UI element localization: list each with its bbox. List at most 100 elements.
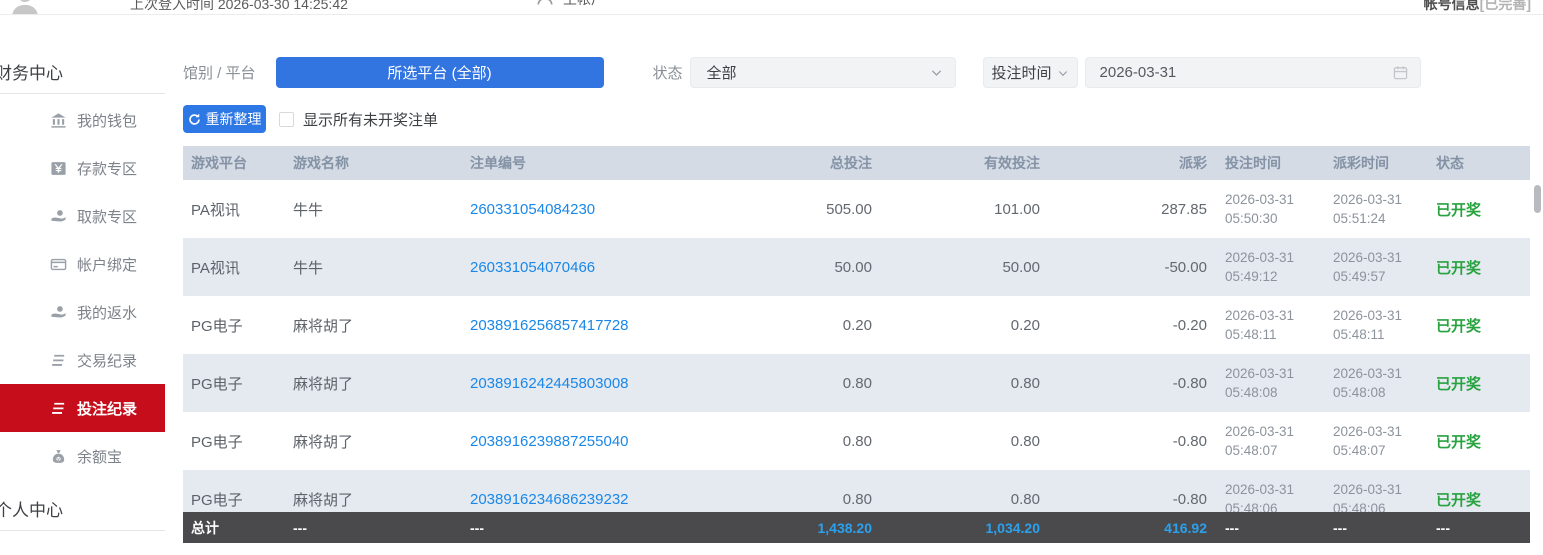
- footer-valid-bet: 1,034.20: [880, 520, 1048, 536]
- cell-payout: -0.20: [1048, 317, 1215, 334]
- cell-platform: PG电子: [183, 315, 285, 336]
- sidebar-item-transaction-records[interactable]: 交易纪录: [0, 336, 165, 384]
- col-header-payout-time: 派彩时间: [1323, 153, 1428, 173]
- col-header-bet-time: 投注时间: [1215, 153, 1323, 173]
- refresh-icon: [188, 113, 201, 126]
- sidebar-item-label: 我的钱包: [77, 110, 137, 131]
- cell-payout-time: 2026-03-3105:48:06: [1323, 480, 1428, 512]
- filter-row-secondary: 重新整理 显示所有未开奖注单: [183, 105, 1543, 133]
- show-unsettled-label: 显示所有未开奖注单: [303, 109, 438, 130]
- table-row: PA视讯 牛牛 260331054070466 50.00 50.00 -50.…: [183, 238, 1530, 296]
- status-select[interactable]: 全部: [690, 57, 956, 88]
- cell-payout-time: 2026-03-3105:48:07: [1323, 422, 1428, 460]
- refresh-button[interactable]: 重新整理: [183, 105, 266, 133]
- account-info-text: 帐号信息: [1424, 0, 1480, 12]
- cell-platform: PA视讯: [183, 199, 285, 220]
- table-row: PG电子 麻将胡了 2038916256857417728 0.20 0.20 …: [183, 296, 1530, 354]
- bet-id-link[interactable]: 260331054070466: [470, 259, 595, 276]
- sidebar-item-rebate[interactable]: 我的返水: [0, 288, 165, 336]
- bet-id-link[interactable]: 2038916234686239232: [470, 491, 629, 508]
- bet-id-link[interactable]: 2038916256857417728: [470, 317, 629, 334]
- sidebar-item-account-binding[interactable]: 帐户绑定: [0, 240, 165, 288]
- money-bag-icon: [50, 448, 67, 465]
- cell-bet-time: 2026-03-3105:50:30: [1215, 190, 1323, 228]
- col-header-total-bet: 总投注: [745, 153, 880, 173]
- sidebar-heading-finance: 财务中心: [0, 59, 165, 94]
- cell-platform: PA视讯: [183, 257, 285, 278]
- status-badge: 已开奖: [1436, 434, 1481, 451]
- bet-id-link[interactable]: 2038916239887255040: [470, 433, 629, 450]
- cell-game: 麻将胡了: [285, 373, 460, 394]
- table-body: PA视讯 牛牛 260331054084230 505.00 101.00 28…: [183, 180, 1530, 512]
- bet-time-dropdown-label: 投注时间: [992, 62, 1052, 83]
- col-header-payout: 派彩: [1048, 153, 1215, 173]
- cell-game: 麻将胡了: [285, 489, 460, 510]
- sidebar-item-deposit[interactable]: 存款专区: [0, 144, 165, 192]
- cell-game: 麻将胡了: [285, 431, 460, 452]
- footer-total-bet: 1,438.20: [745, 520, 880, 536]
- cell-total-bet: 0.20: [745, 317, 880, 334]
- status-badge: 已开奖: [1436, 376, 1481, 393]
- bet-id-link[interactable]: 260331054084230: [470, 201, 595, 218]
- cell-valid-bet: 0.20: [880, 317, 1048, 334]
- platform-filter-label: 馆别 / 平台: [183, 62, 256, 83]
- cell-total-bet: 0.80: [745, 375, 880, 392]
- main-content: 馆别 / 平台 所选平台 (全部) 状态 全部 投注时间 2026-03-31: [165, 15, 1543, 543]
- cell-bet-time: 2026-03-3105:48:07: [1215, 422, 1323, 460]
- status-select-value: 全部: [707, 62, 737, 83]
- cell-payout: -0.80: [1048, 433, 1215, 450]
- vertical-scrollbar-thumb[interactable]: [1534, 185, 1541, 213]
- cell-valid-bet: 0.80: [880, 491, 1048, 508]
- table-row: PA视讯 牛牛 260331054084230 505.00 101.00 28…: [183, 180, 1530, 238]
- show-unsettled-checkbox[interactable]: [279, 112, 294, 127]
- cell-valid-bet: 0.80: [880, 375, 1048, 392]
- col-header-valid-bet: 有效投注: [880, 153, 1048, 173]
- status-badge: 已开奖: [1436, 318, 1481, 335]
- refresh-button-label: 重新整理: [206, 109, 262, 129]
- cell-platform: PG电子: [183, 489, 285, 510]
- selected-platform-button[interactable]: 所选平台 (全部): [276, 57, 604, 88]
- cell-bet-time: 2026-03-3105:48:11: [1215, 306, 1323, 344]
- cell-payout-time: 2026-03-3105:48:08: [1323, 364, 1428, 402]
- chevron-down-icon: [1057, 67, 1069, 79]
- bet-time-dropdown[interactable]: 投注时间: [983, 57, 1078, 88]
- main-account-switcher[interactable]: 主帐户: [535, 0, 605, 9]
- cell-payout-time: 2026-03-3105:49:57: [1323, 248, 1428, 286]
- sidebar-item-withdraw[interactable]: 取款专区: [0, 192, 165, 240]
- status-filter-label: 状态: [653, 62, 683, 83]
- cell-game: 牛牛: [285, 199, 460, 220]
- col-header-status: 状态: [1428, 153, 1530, 173]
- sidebar: 财务中心 我的钱包 存款专区 取款专区 帐户绑定: [0, 15, 165, 543]
- col-header-game: 游戏名称: [285, 153, 460, 173]
- date-input[interactable]: 2026-03-31: [1085, 57, 1421, 88]
- filter-row: 馆别 / 平台 所选平台 (全部) 状态 全部 投注时间 2026-03-31: [183, 57, 1543, 88]
- bet-id-link[interactable]: 2038916242445803008: [470, 375, 629, 392]
- table-footer-row: 总计 --- --- 1,438.20 1,034.20 416.92 --- …: [183, 512, 1530, 543]
- account-info-link[interactable]: 帐号信息[已完善]: [1424, 0, 1531, 14]
- col-header-bet-id: 注单编号: [460, 153, 745, 173]
- cell-payout: 287.85: [1048, 201, 1215, 218]
- bet-records-table: 游戏平台 游戏名称 注单编号 总投注 有效投注 派彩 投注时间 派彩时间 状态 …: [183, 146, 1530, 543]
- sidebar-item-label: 存款专区: [77, 158, 137, 179]
- sidebar-item-label: 取款专区: [77, 206, 137, 227]
- footer-payout: 416.92: [1048, 520, 1215, 536]
- sidebar-item-label: 帐户绑定: [77, 254, 137, 275]
- footer-dash: ---: [285, 520, 460, 536]
- status-badge: 已开奖: [1436, 260, 1481, 277]
- cell-payout: -0.80: [1048, 491, 1215, 508]
- cell-valid-bet: 50.00: [880, 259, 1048, 276]
- betting-records-page: 上次登入时间 2026-03-30 14:25:42 主帐户 帐号信息[已完善]…: [0, 0, 1543, 555]
- sidebar-item-yuebao[interactable]: 余额宝: [0, 432, 165, 480]
- cell-total-bet: 0.80: [745, 491, 880, 508]
- user-avatar-icon[interactable]: [8, 0, 42, 15]
- table-row: PG电子 麻将胡了 2038916239887255040 0.80 0.80 …: [183, 412, 1530, 470]
- hand-coin-icon: [50, 304, 67, 321]
- sidebar-item-label: 交易纪录: [77, 350, 137, 371]
- hand-coin-icon: [50, 208, 67, 225]
- cell-platform: PG电子: [183, 431, 285, 452]
- sidebar-item-betting-records[interactable]: 投注纪录: [0, 384, 165, 432]
- table-row: PG电子 麻将胡了 2038916242445803008 0.80 0.80 …: [183, 354, 1530, 412]
- account-info-status: [已完善]: [1480, 0, 1531, 12]
- sidebar-item-my-wallet[interactable]: 我的钱包: [0, 96, 165, 144]
- cell-bet-time: 2026-03-3105:48:06: [1215, 480, 1323, 512]
